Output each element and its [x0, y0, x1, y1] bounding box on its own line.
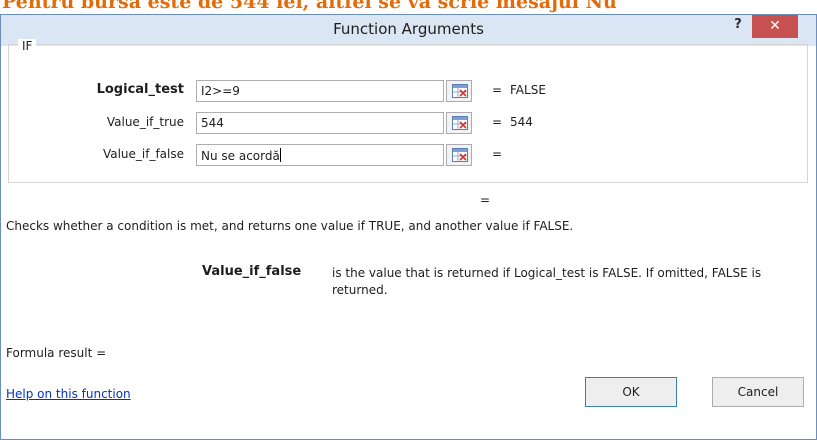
logical-test-input[interactable]: I2>=9 [196, 80, 444, 102]
help-on-function-link[interactable]: Help on this function [6, 387, 131, 401]
value-if-true-result: 544 [510, 115, 533, 129]
value-if-true-label: Value_if_true [106, 115, 184, 129]
formula-result-label: Formula result = [6, 346, 107, 360]
logical-test-ref-button[interactable] [446, 80, 472, 102]
background-document: Pentru bursa este de 544 lei, altfel se … [0, 0, 817, 14]
logical-test-label: Logical_test [96, 82, 184, 97]
arg-description-text: is the value that is returned if Logical… [332, 266, 762, 297]
function-description: Checks whether a condition is met, and r… [6, 219, 574, 233]
value-if-true-eq: = [492, 115, 503, 129]
value-if-false-ref-button[interactable] [446, 144, 472, 166]
collapse-dialog-icon [452, 84, 468, 98]
value-if-false-input[interactable]: Nu se acordă [196, 144, 444, 166]
function-name-label: IF [18, 39, 37, 53]
arg-description-name: Value_if_false [202, 264, 302, 279]
background-text: Pentru bursa este de 544 lei, altfel se … [2, 0, 617, 13]
dialog-title: Function Arguments [333, 20, 484, 38]
value-if-false-eq: = [492, 147, 503, 161]
value-if-true-ref-button[interactable] [446, 112, 472, 134]
value-if-false-text: Nu se acordă [201, 149, 280, 163]
function-result-eq: = [480, 193, 491, 207]
title-bar[interactable]: Function Arguments ? ✕ [1, 15, 816, 46]
ok-button[interactable]: OK [585, 377, 677, 407]
logical-test-eq: = [492, 83, 503, 97]
value-if-false-label: Value_if_false [102, 147, 184, 161]
collapse-dialog-icon [452, 148, 468, 162]
cancel-button[interactable]: Cancel [712, 377, 804, 407]
close-button[interactable]: ✕ [752, 15, 798, 38]
collapse-dialog-icon [452, 116, 468, 130]
help-button[interactable]: ? [725, 17, 751, 39]
logical-test-result: FALSE [510, 83, 546, 97]
value-if-true-input[interactable]: 544 [196, 112, 444, 134]
text-caret [279, 148, 281, 162]
